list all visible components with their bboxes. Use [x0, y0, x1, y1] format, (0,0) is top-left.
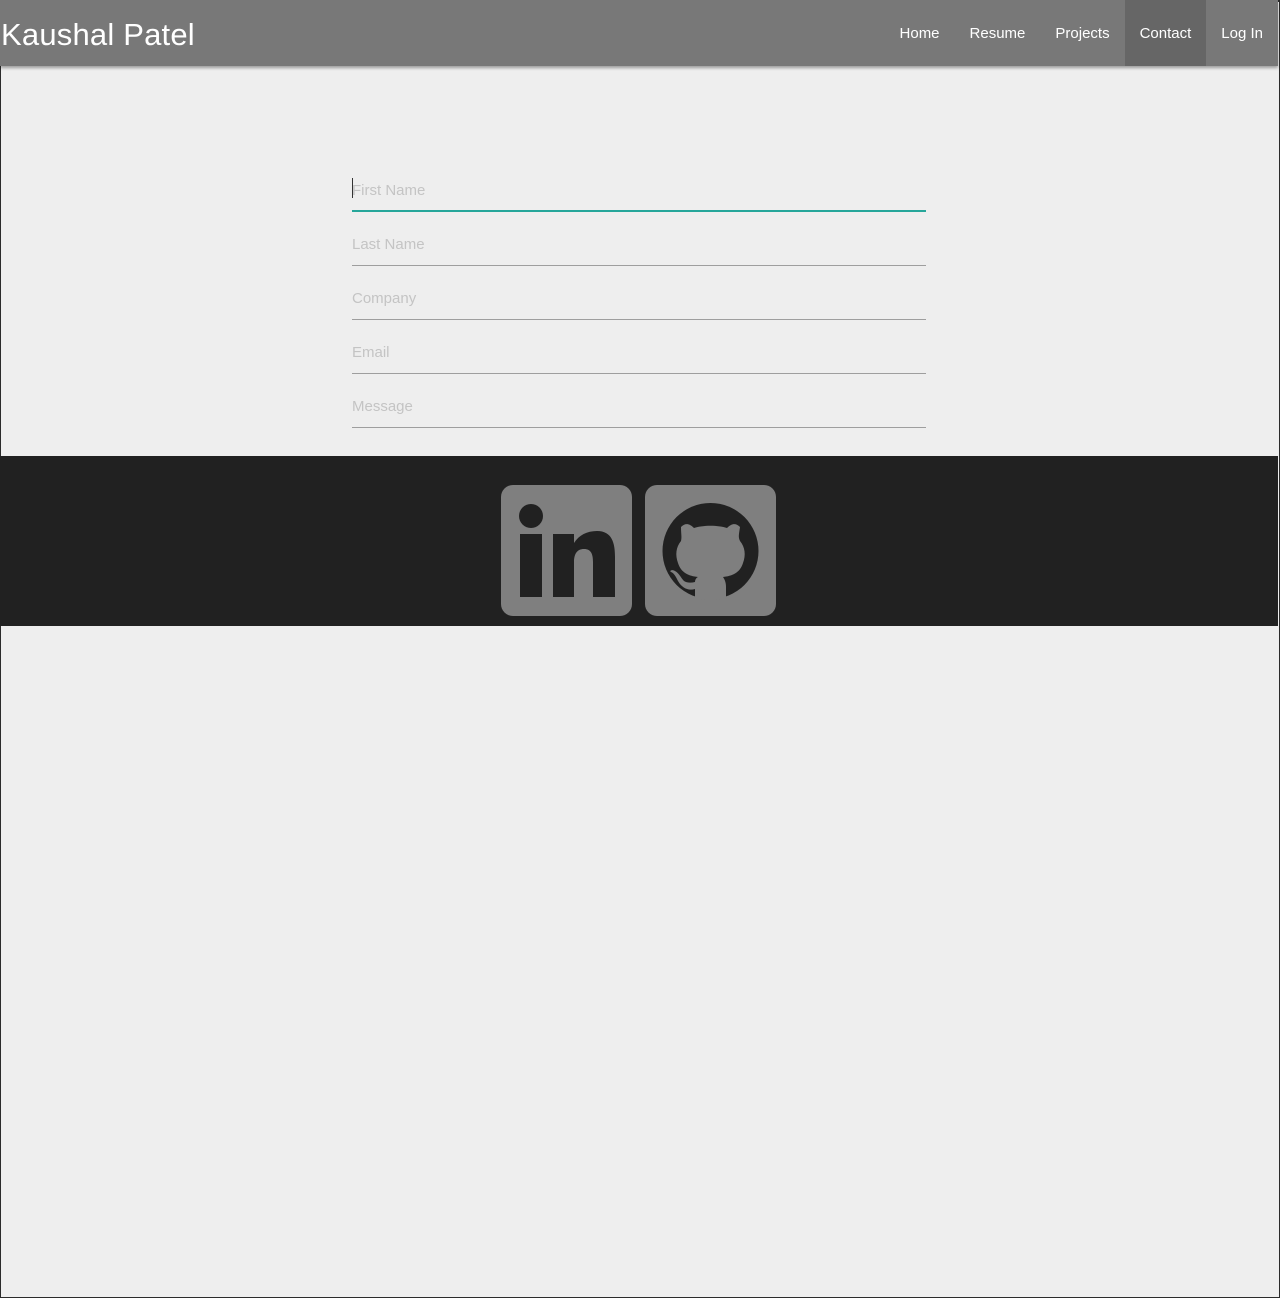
linkedin-link[interactable] [501, 485, 632, 616]
first-name-input[interactable] [352, 170, 926, 212]
nav-links: Home Resume Projects Contact Log In [885, 0, 1278, 66]
last-name-input[interactable] [352, 224, 926, 266]
nav-login[interactable]: Log In [1206, 0, 1278, 66]
message-field-wrapper [352, 386, 926, 440]
github-icon [662, 503, 759, 600]
email-field-wrapper [352, 332, 926, 386]
linkedin-icon [519, 504, 615, 597]
github-link[interactable] [645, 485, 776, 616]
brand-title[interactable]: Kaushal Patel [0, 17, 195, 53]
last-name-field-wrapper [352, 224, 926, 278]
first-name-field-wrapper [352, 170, 926, 224]
top-navbar: Kaushal Patel Home Resume Projects Conta… [0, 0, 1278, 66]
company-input[interactable] [352, 278, 926, 320]
email-input[interactable] [352, 332, 926, 374]
nav-resume[interactable]: Resume [955, 0, 1041, 66]
nav-projects[interactable]: Projects [1040, 0, 1124, 66]
contact-form [352, 170, 926, 440]
nav-contact[interactable]: Contact [1124, 0, 1207, 66]
nav-home[interactable]: Home [885, 0, 955, 66]
message-input[interactable] [352, 386, 926, 428]
text-caret [352, 178, 353, 198]
company-field-wrapper [352, 278, 926, 332]
page-footer [0, 456, 1278, 626]
